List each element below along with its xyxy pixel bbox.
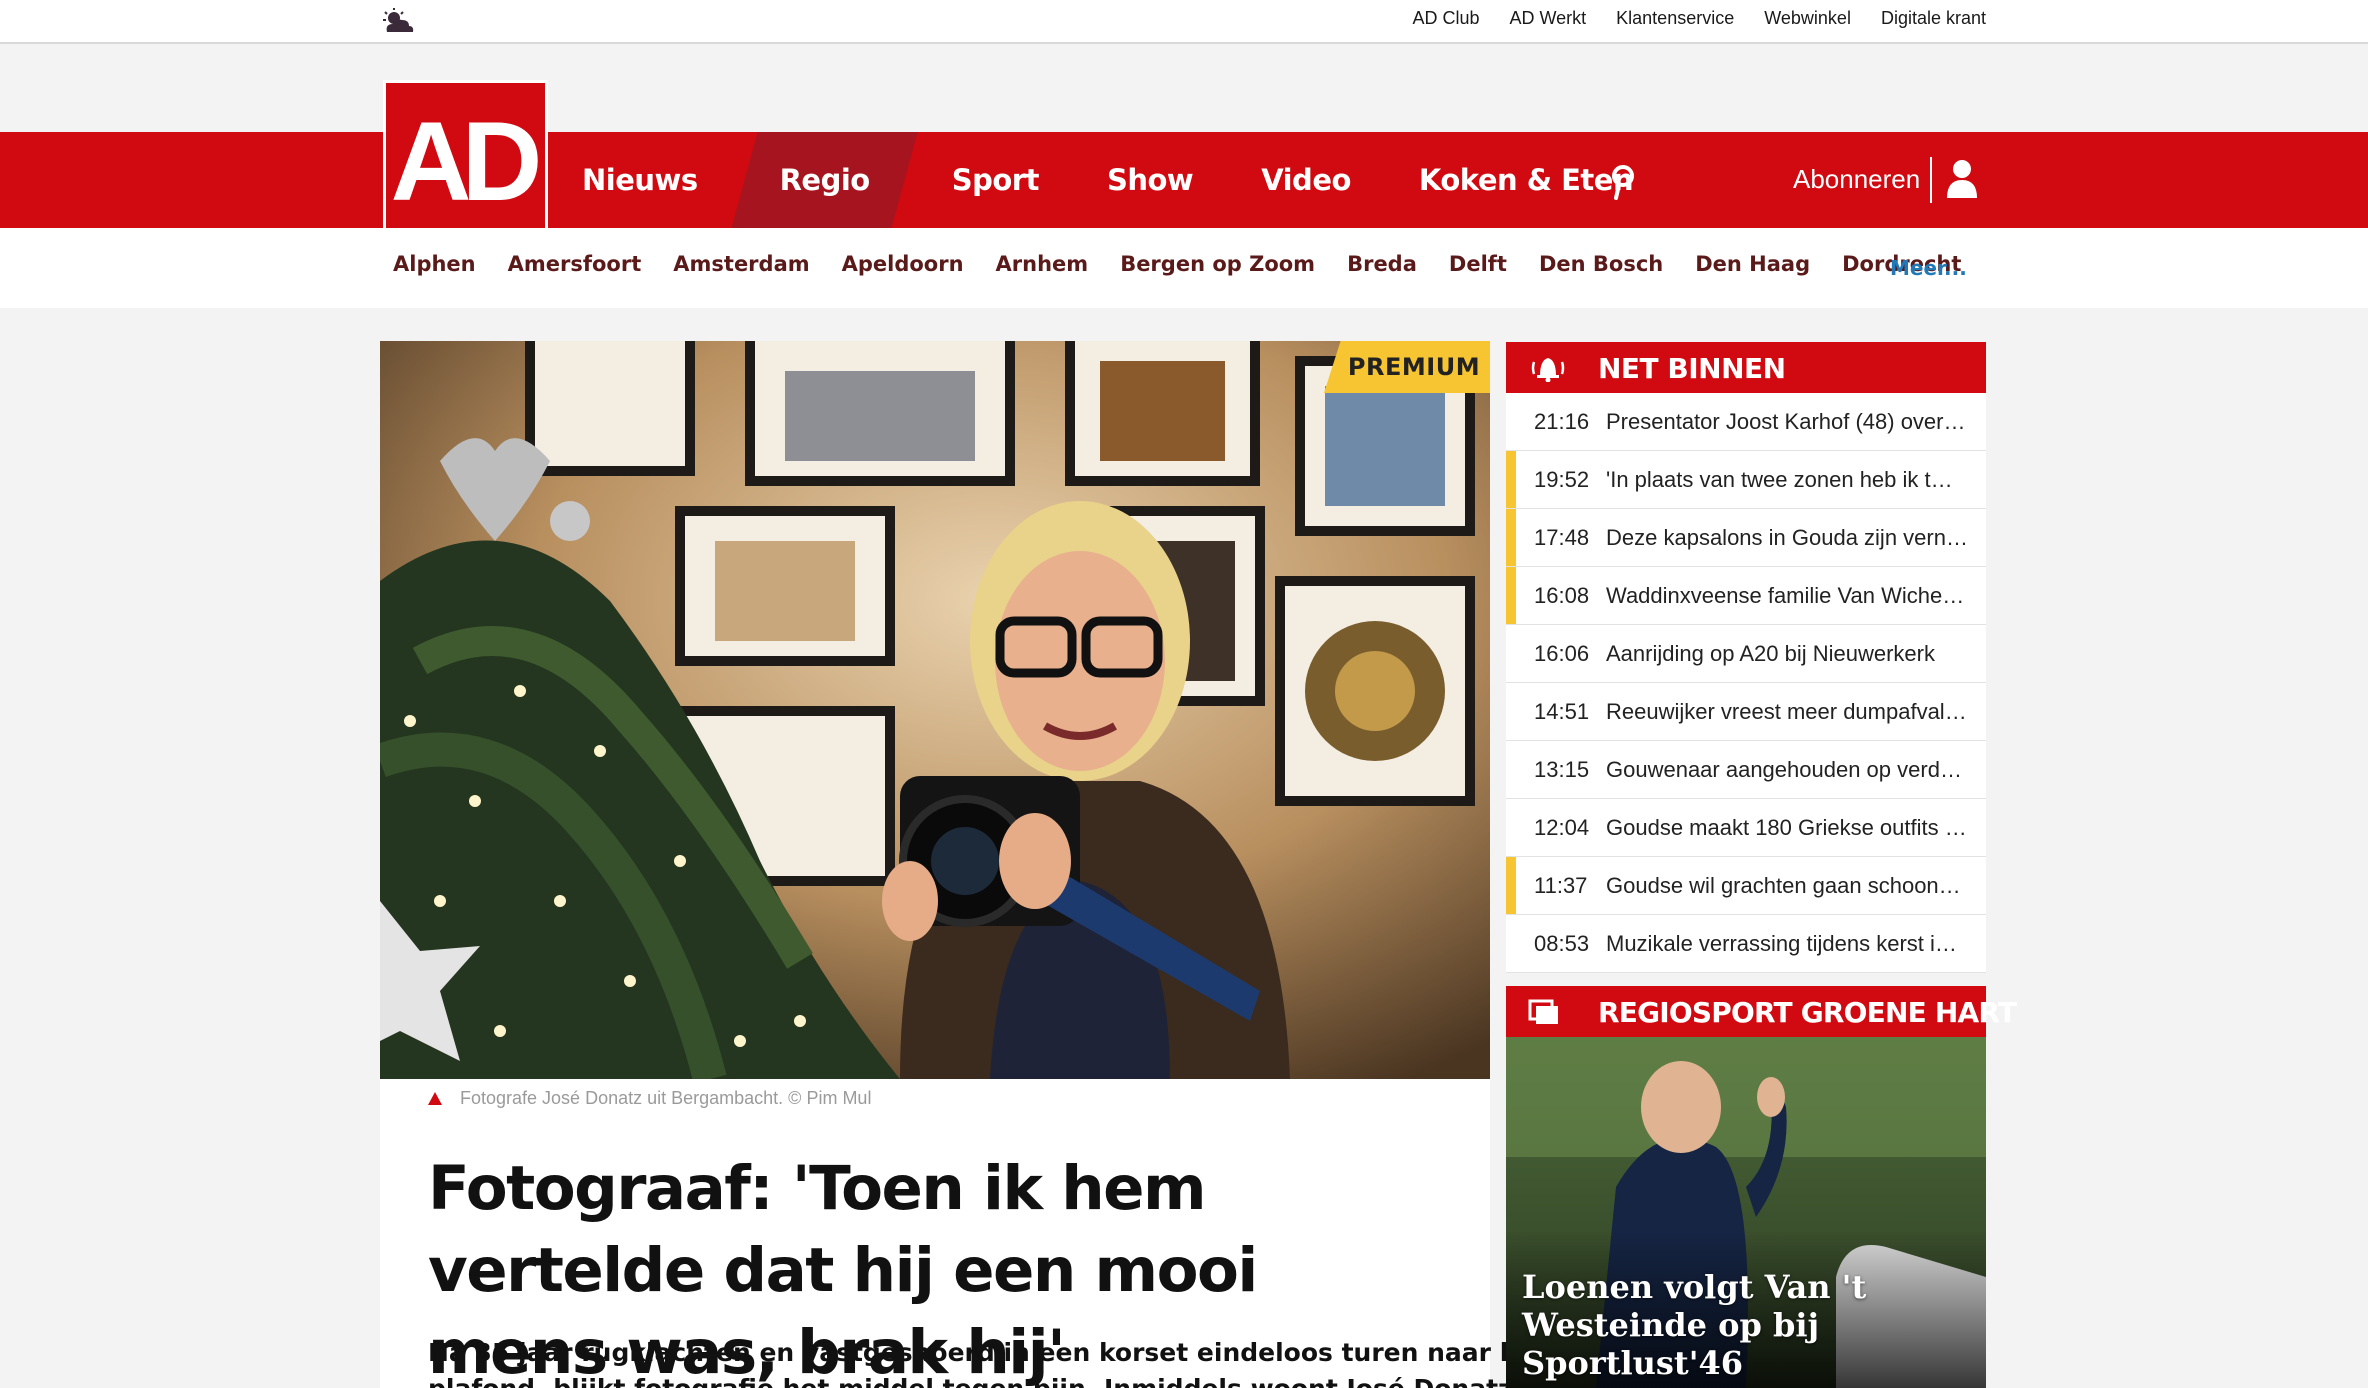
top-link-digitale-krant[interactable]: Digitale krant — [1881, 8, 1986, 29]
top-link-ad-werkt[interactable]: AD Werkt — [1509, 8, 1586, 29]
news-item[interactable]: 08:53 Muzikale verrassing tijdens kerst i… — [1506, 915, 1986, 973]
region-den-bosch[interactable]: Den Bosch — [1539, 252, 1663, 276]
news-title: Goudse wil grachten gaan schoonmaken — [1606, 872, 1968, 898]
logo-text: AD — [390, 98, 543, 224]
news-item[interactable]: 13:15 Gouwenaar aangehouden op verdenking… — [1506, 741, 1986, 799]
news-time: 21:16 — [1534, 408, 1590, 434]
region-amsterdam[interactable]: Amsterdam — [673, 252, 809, 276]
regiosport-title: REGIOSPORT GROENE HART — [1598, 996, 2017, 1029]
more-regions-link[interactable]: Meer... — [1890, 256, 1967, 280]
nav-item-show[interactable]: Show — [1073, 132, 1227, 228]
regiosport-header[interactable]: REGIOSPORT GROENE HART — [1506, 986, 2017, 1037]
photo-caption: Fotografe José Donatz uit Bergambacht. ©… — [428, 1088, 871, 1109]
regiosport-headline[interactable]: Loenen volgt Van 't Westeinde op bij Spo… — [1522, 1268, 1962, 1382]
net-binnen-header: NET BINNEN — [1506, 342, 1986, 393]
net-binnen-list: 21:16 Presentator Joost Karhof (48) overl… — [1506, 393, 1986, 973]
news-time: 11:37 — [1534, 872, 1588, 898]
article-intro-line2: plafond, blijkt fotografie het middel te… — [428, 1371, 1513, 1388]
news-time: 16:08 — [1534, 582, 1590, 608]
region-amersfoort[interactable]: Amersfoort — [508, 252, 642, 276]
weather-icon[interactable] — [381, 6, 415, 36]
top-links: AD Club AD Werkt Klantenservice Webwinke… — [1412, 0, 1986, 36]
news-item[interactable]: 17:48 Deze kapsalons in Gouda zijn vernie… — [1506, 509, 1986, 567]
premium-badge: PREMIUM — [1324, 341, 1490, 393]
hero-photo[interactable] — [380, 341, 1490, 1079]
nav-item-video[interactable]: Video — [1227, 132, 1385, 228]
main-nav: Nieuws Regio Sport Show Video Koken & Et… — [548, 132, 1667, 228]
news-title: Aanrijding op A20 bij Nieuwerkerk — [1606, 640, 1935, 666]
news-time: 17:48 — [1534, 524, 1590, 550]
net-binnen-title: NET BINNEN — [1598, 352, 1786, 385]
news-item[interactable]: 21:16 Presentator Joost Karhof (48) overl… — [1506, 393, 1986, 451]
news-time: 19:52 — [1534, 466, 1590, 492]
caption-text: Fotografe José Donatz uit Bergambacht. ©… — [460, 1088, 872, 1108]
user-icon[interactable] — [1945, 158, 1979, 200]
news-item[interactable]: 16:08 Waddinxveense familie Van Wichen vi… — [1506, 567, 1986, 625]
search-icon[interactable] — [1604, 161, 1640, 201]
news-item[interactable]: 14:51 Reeuwijker vreest meer dumpafval in… — [1506, 683, 1986, 741]
premium-marker — [1506, 509, 1516, 566]
news-item[interactable]: 11:37 Goudse wil grachten gaan schoonmake… — [1506, 857, 1986, 915]
nav-item-sport[interactable]: Sport — [918, 132, 1073, 228]
news-time: 16:06 — [1534, 640, 1590, 666]
top-link-klantenservice[interactable]: Klantenservice — [1616, 8, 1734, 29]
news-time: 13:15 — [1534, 756, 1590, 782]
region-den-haag[interactable]: Den Haag — [1695, 252, 1810, 276]
region-delft[interactable]: Delft — [1449, 252, 1507, 276]
article-intro: Na 35 jaar rugklachten en vastgesnoerd i… — [428, 1338, 1547, 1367]
news-item[interactable]: 16:06 Aanrijding op A20 bij Nieuwerkerk — [1506, 625, 1986, 683]
news-title: Presentator Joost Karhof (48) overleden — [1606, 408, 1968, 434]
news-time: 14:51 — [1534, 698, 1590, 724]
region-arnhem[interactable]: Arnhem — [996, 252, 1089, 276]
news-time: 08:53 — [1534, 930, 1590, 956]
news-title: Gouwenaar aangehouden op verdenking van … — [1606, 756, 1968, 782]
premium-marker — [1506, 567, 1516, 624]
news-title: Reeuwijker vreest meer dumpafval in de p… — [1606, 698, 1968, 724]
news-title: Deze kapsalons in Gouda zijn vernieuwd — [1606, 524, 1968, 550]
premium-marker — [1506, 451, 1516, 508]
news-item[interactable]: 12:04 Goudse maakt 180 Griekse outfits vo… — [1506, 799, 1986, 857]
region-apeldoorn[interactable]: Apeldoorn — [842, 252, 964, 276]
ad-logo[interactable]: AD — [383, 80, 548, 243]
region-list: Alphen Amersfoort Amsterdam Apeldoorn Ar… — [393, 252, 1961, 276]
news-title: Goudse maakt 180 Griekse outfits voor mu… — [1606, 814, 1968, 840]
top-link-webwinkel[interactable]: Webwinkel — [1764, 8, 1851, 29]
nav-item-nieuws[interactable]: Nieuws — [548, 132, 732, 228]
news-title: Muzikale verrassing tijdens kerst in Gou… — [1606, 930, 1968, 956]
region-breda[interactable]: Breda — [1347, 252, 1417, 276]
region-alphen[interactable]: Alphen — [393, 252, 476, 276]
premium-marker — [1506, 857, 1516, 914]
news-title: Waddinxveense familie Van Wichen viert f… — [1606, 582, 1968, 608]
top-link-ad-club[interactable]: AD Club — [1412, 8, 1479, 29]
caption-triangle-icon — [428, 1092, 442, 1105]
bell-icon — [1531, 358, 1565, 382]
nav-divider — [1930, 157, 1932, 203]
news-time: 12:04 — [1534, 814, 1590, 840]
top-utility-bar: AD Club AD Werkt Klantenservice Webwinke… — [0, 0, 2368, 44]
region-bergen-op-zoom[interactable]: Bergen op Zoom — [1120, 252, 1315, 276]
news-title: 'In plaats van twee zonen heb ik twee do… — [1606, 466, 1968, 492]
subscribe-link[interactable]: Abonneren — [1793, 164, 1920, 195]
nav-item-regio[interactable]: Regio — [731, 132, 918, 228]
folder-icon — [1528, 999, 1558, 1024]
news-item[interactable]: 19:52 'In plaats van twee zonen heb ik tw… — [1506, 451, 1986, 509]
